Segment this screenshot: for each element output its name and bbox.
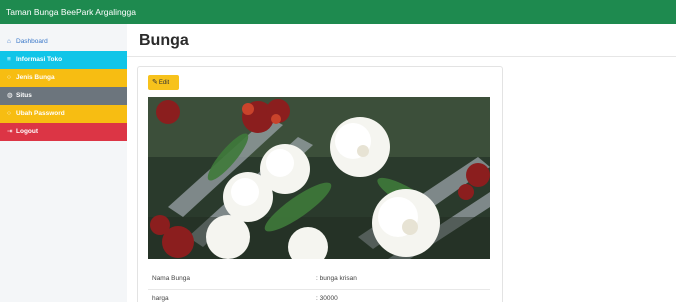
title-divider — [127, 56, 676, 57]
sidebar-item-label: Jenis Bunga — [16, 74, 55, 81]
top-navbar: Taman Bunga BeePark Argalingga — [0, 0, 676, 24]
chrysanthemum-image — [148, 97, 490, 259]
sidebar-item-label: Dashboard — [16, 38, 48, 45]
logout-icon: ⇥ — [7, 128, 13, 135]
edit-icon: ✎ — [152, 79, 158, 86]
sidebar: ⌂ Dashboard ≡ Informasi Toko ○ Jenis Bunga … — [0, 24, 127, 302]
detail-value: : 30000 — [316, 295, 338, 302]
detail-row-nama-bunga: Nama Bunga : bunga krisan — [148, 270, 490, 288]
main-content: Bunga ✎Edit Nama Bunga: bunga krisan ha… — [127, 24, 676, 302]
detail-label: harga — [152, 295, 169, 302]
globe-icon: ◍ — [7, 92, 13, 99]
sidebar-item-informasi-toko[interactable]: ≡ Informasi Toko — [0, 51, 127, 69]
circle-icon: ○ — [7, 74, 11, 81]
app-title[interactable]: Taman Bunga BeePark Argalingga — [6, 7, 136, 17]
sidebar-item-ubah-password[interactable]: ○ Ubah Password — [0, 105, 127, 123]
sidebar-item-label: Logout — [16, 128, 39, 135]
list-icon: ≡ — [7, 56, 11, 63]
home-icon: ⌂ — [7, 38, 11, 45]
edit-button[interactable]: ✎Edit — [148, 75, 179, 90]
sidebar-item-label: Informasi Toko — [16, 56, 63, 63]
sidebar-menu: ⌂ Dashboard ≡ Informasi Toko ○ Jenis Bunga … — [0, 33, 127, 141]
sidebar-item-logout[interactable]: ⇥ Logout — [0, 123, 127, 141]
sidebar-item-situs[interactable]: ◍ Situs — [0, 87, 127, 105]
page-title: Bunga — [139, 32, 189, 49]
detail-value: : bunga krisan — [316, 275, 357, 282]
sidebar-item-label: Situs — [16, 92, 32, 99]
edit-button-label: Edit — [158, 80, 170, 86]
sidebar-item-label: Ubah Password — [16, 110, 65, 117]
detail-label: Nama Bunga — [152, 275, 190, 282]
detail-row-harga: harga : 30000 — [148, 289, 490, 302]
sidebar-item-dashboard[interactable]: ⌂ Dashboard — [0, 33, 127, 51]
flower-card: ✎Edit Nama Bunga: bunga krisan harga: … — [137, 66, 503, 302]
sidebar-item-jenis-bunga[interactable]: ○ Jenis Bunga — [0, 69, 127, 87]
circle-icon: ○ — [7, 110, 11, 117]
flower-photo — [148, 97, 490, 259]
